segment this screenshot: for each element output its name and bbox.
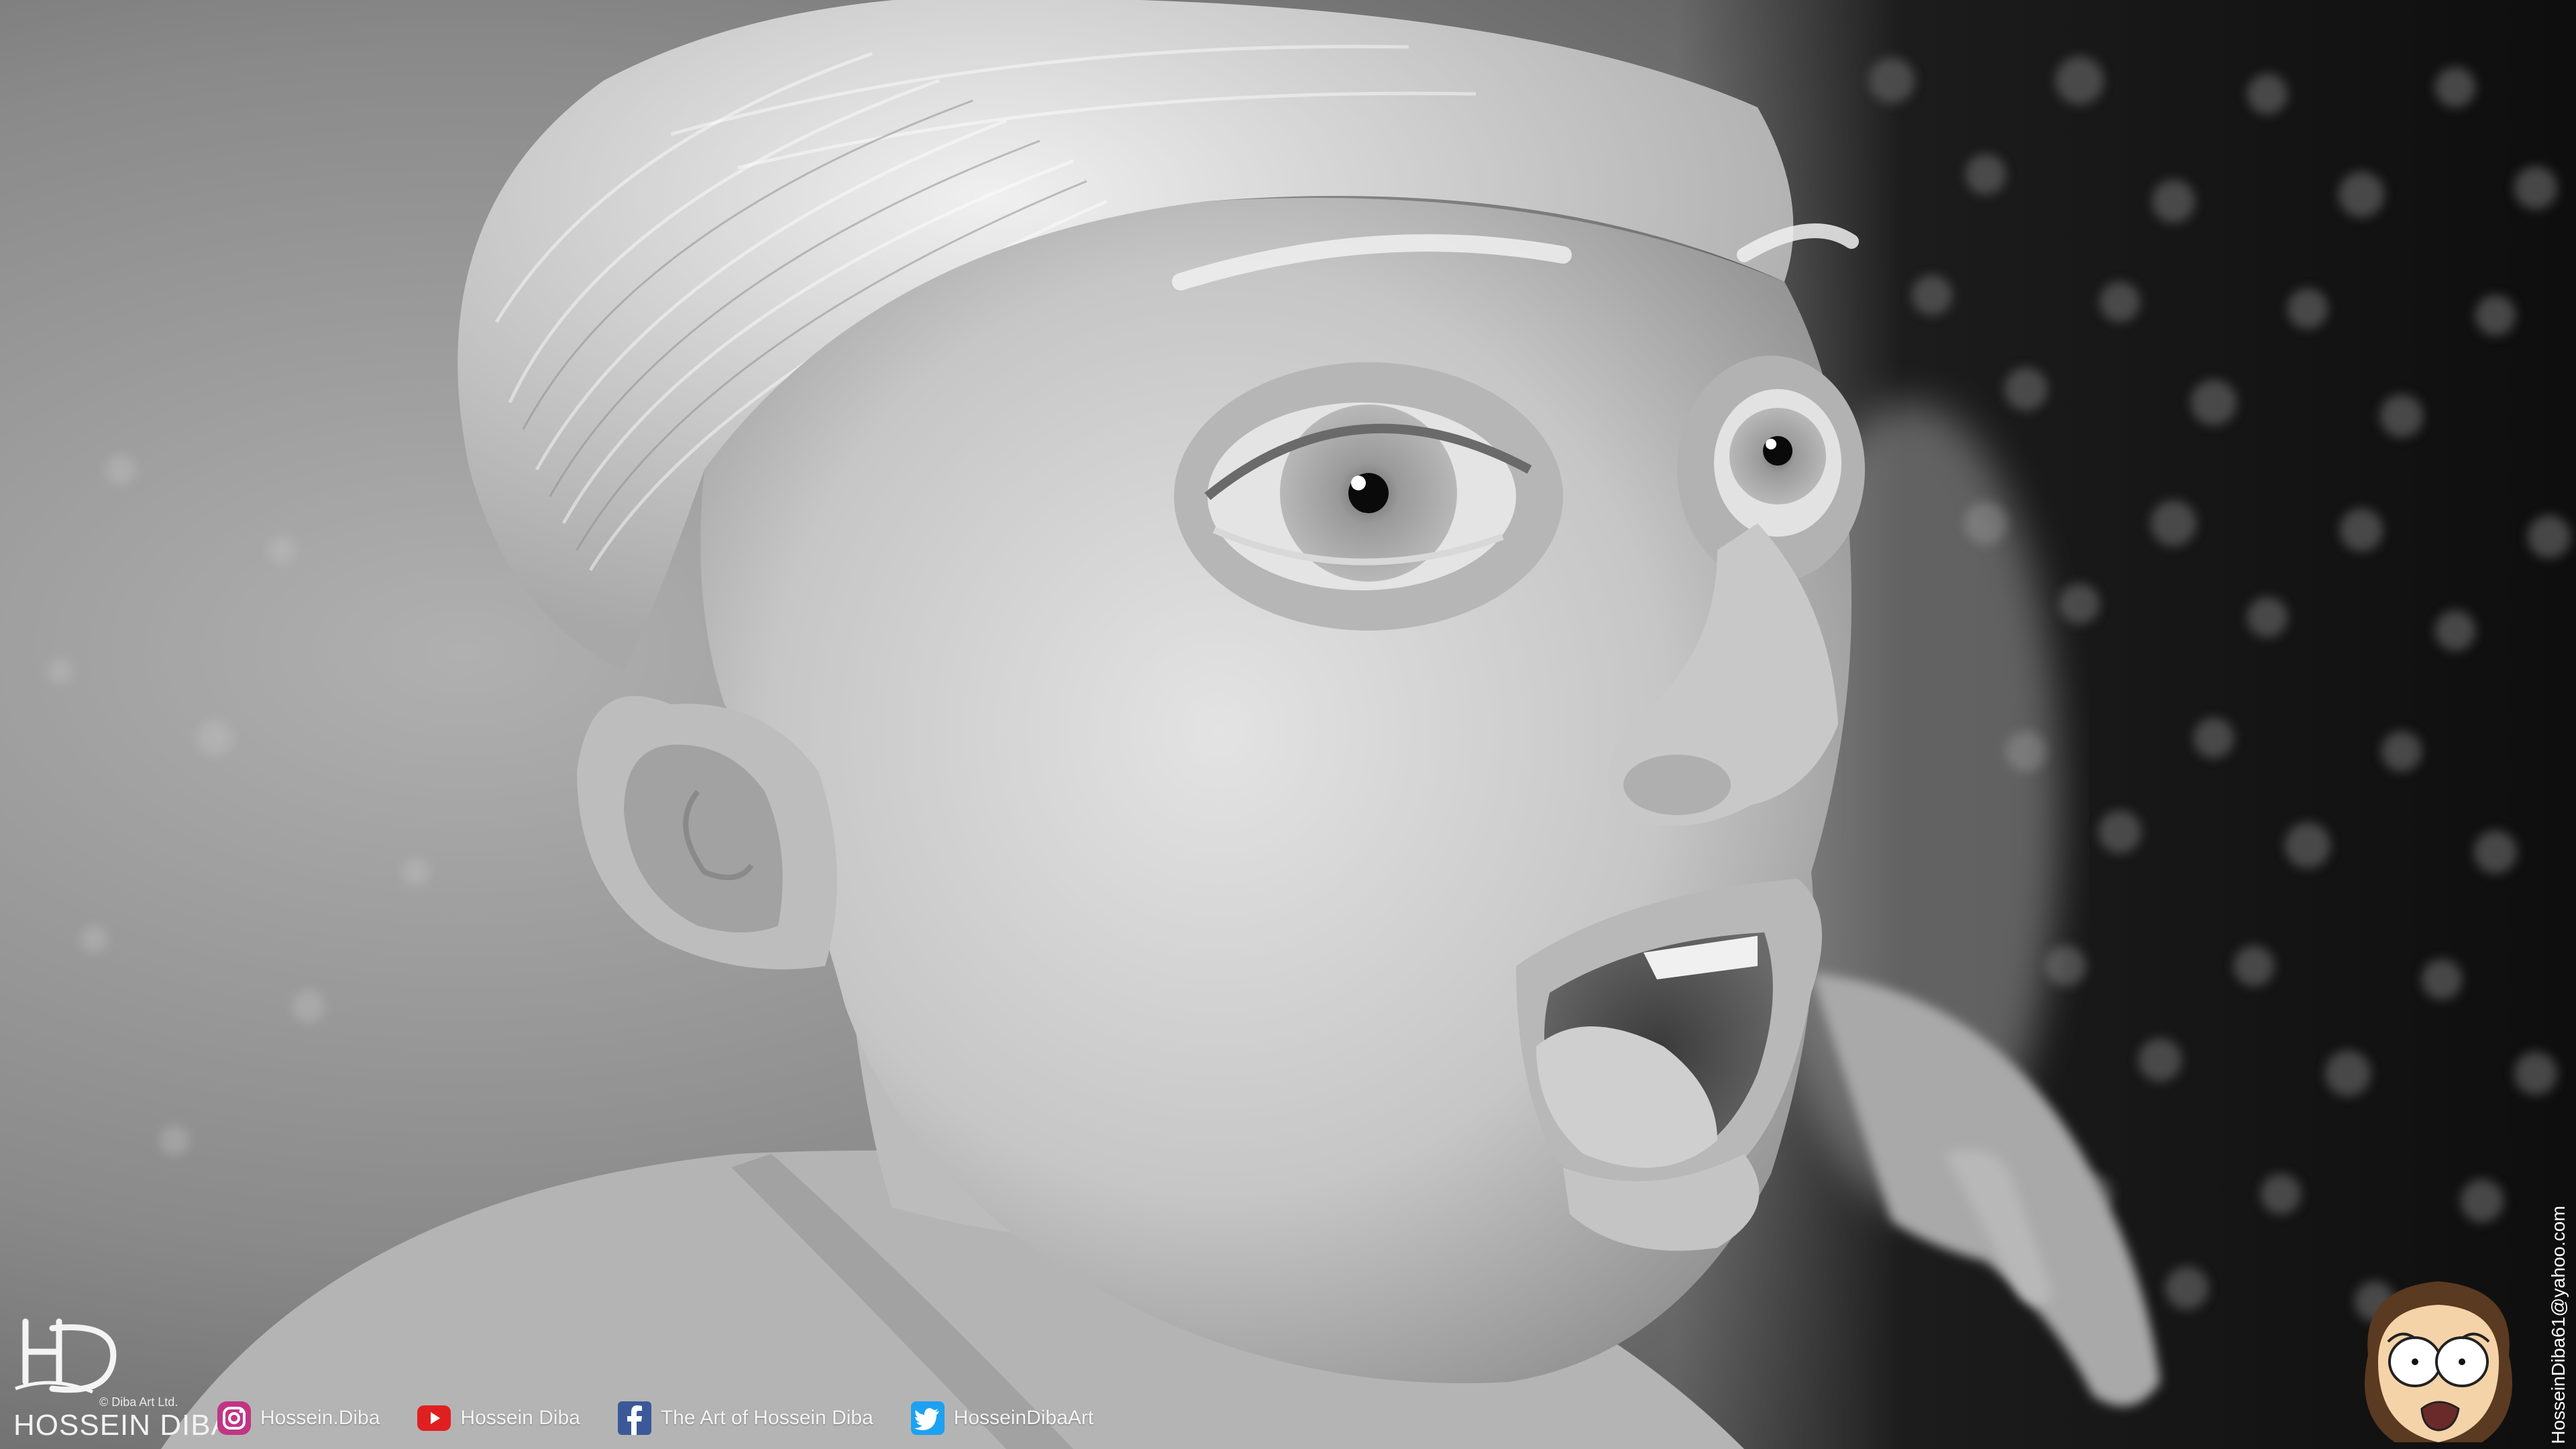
social-instagram[interactable]: Hossein.Diba [215, 1399, 380, 1438]
hd-signature-logo-icon [15, 1318, 117, 1394]
brand-name: HOSSEIN DIBA [13, 1409, 231, 1442]
portrait-render [0, 0, 2576, 1449]
social-twitter[interactable]: HosseinDibaArt [908, 1399, 1093, 1438]
contact-email[interactable]: HosseinDiba61@yahoo.com [2545, 1201, 2572, 1449]
brand-copyright: © Diba Art Ltd. [99, 1395, 178, 1409]
social-facebook[interactable]: The Art of Hossein Diba [615, 1399, 873, 1438]
twitter-icon [910, 1401, 945, 1435]
social-facebook-label: The Art of Hossein Diba [660, 1407, 873, 1429]
cartoon-boy-face-icon [2365, 1281, 2512, 1442]
social-youtube[interactable]: Hossein Diba [415, 1399, 580, 1438]
social-youtube-label: Hossein Diba [460, 1407, 580, 1429]
instagram-icon [217, 1401, 251, 1435]
youtube-icon [417, 1405, 451, 1431]
social-twitter-label: HosseinDibaArt [953, 1407, 1094, 1429]
brand-block: © Diba Art Ltd. HOSSEIN DIBA [12, 1308, 231, 1442]
facebook-icon [617, 1401, 651, 1435]
artwork-canvas: © Diba Art Ltd. HOSSEIN DIBA Hossein.Dib… [0, 0, 2576, 1449]
social-links: Hossein.Diba Hossein Diba The Art of Hos… [215, 1398, 1093, 1438]
contact-email-text: HosseinDiba61@yahoo.com [2548, 1205, 2569, 1444]
social-instagram-label: Hossein.Diba [260, 1407, 380, 1429]
